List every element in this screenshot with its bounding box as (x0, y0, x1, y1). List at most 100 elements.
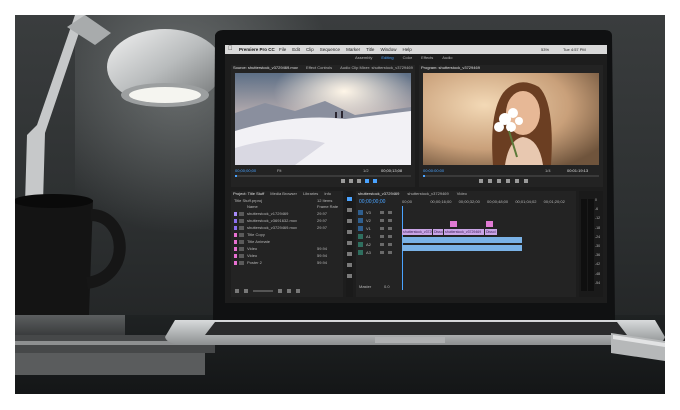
v1-clip[interactable]: Dissol (433, 229, 443, 235)
lock-icon[interactable] (388, 211, 392, 214)
lock-icon[interactable] (388, 251, 392, 254)
project-list-item[interactable]: shutterstock_v3729469.mov 29.97 (234, 225, 340, 232)
project-list-item[interactable]: Video 59.94 (234, 246, 340, 253)
zoom-slider[interactable] (253, 290, 273, 292)
lift-button[interactable] (506, 179, 510, 183)
lock-icon[interactable] (388, 219, 392, 222)
razor-tool-icon[interactable] (347, 230, 352, 234)
source-fit-select[interactable]: Fit (277, 169, 281, 173)
project-list-item[interactable]: Poster 2 59.94 (234, 260, 340, 267)
project-list-item[interactable]: Title Animate (234, 239, 340, 246)
eye-icon[interactable] (380, 219, 384, 222)
app-name[interactable]: Premiere Pro CC (239, 47, 275, 52)
project-list-item[interactable]: Title Copy (234, 232, 340, 239)
track-select-icon[interactable] (347, 208, 352, 212)
menu-item-file[interactable]: File (279, 47, 286, 53)
timeline-tab-1[interactable]: shutterstock_v3729469 (358, 192, 399, 196)
hand-tool-icon[interactable] (347, 263, 352, 267)
v1-clip[interactable]: Dissol (485, 229, 497, 235)
track-target-toggle[interactable] (358, 234, 363, 239)
project-tab-2[interactable]: Media Browser (270, 192, 297, 196)
step-back-button[interactable] (479, 179, 483, 183)
v2-clip-1[interactable] (450, 221, 457, 227)
source-tab-2[interactable]: Effect Controls (306, 66, 332, 70)
project-tab-3[interactable]: Libraries (303, 192, 318, 196)
lock-icon[interactable] (388, 235, 392, 238)
menu-item-clip[interactable]: Clip (306, 47, 314, 53)
workspace-tab-editing[interactable]: Editing (381, 56, 393, 62)
a2-audio-clip[interactable] (402, 245, 522, 251)
export-frame-button[interactable] (524, 179, 528, 183)
menu-item-marker[interactable]: Marker (346, 47, 360, 53)
pen-tool-icon[interactable] (347, 252, 352, 256)
lock-icon[interactable] (388, 243, 392, 246)
timeline-tab-3[interactable]: Video (457, 192, 467, 196)
program-tab-1[interactable]: Program: shutterstock_v3729469 (421, 66, 480, 70)
column-name-header[interactable]: Name (247, 205, 258, 209)
eye-icon[interactable] (380, 227, 384, 230)
project-tab-4[interactable]: Info (324, 192, 331, 196)
project-list-item[interactable]: Video 59.94 (234, 253, 340, 260)
timeline-tab-2[interactable]: shutterstock_v3729469 (407, 192, 448, 196)
source-monitor: Source: shutterstock_v3729469.mov Effect … (231, 65, 415, 187)
source-tab-3[interactable]: Audio Clip Mixer: shutterstock_v3729469 (340, 66, 413, 70)
project-list-item[interactable]: shutterstock_v1729469 29.97 (234, 211, 340, 218)
program-resolution-select[interactable]: 1/4 (545, 169, 551, 173)
program-timecode-in[interactable]: 00:00:00:00 (423, 169, 444, 173)
master-value[interactable]: 0.0 (384, 285, 390, 289)
extract-button[interactable] (515, 179, 519, 183)
menu-item-sequence[interactable]: Sequence (320, 47, 340, 53)
track-target-toggle[interactable] (358, 210, 363, 215)
workspace-tab-effects[interactable]: Effects (421, 56, 433, 62)
source-resolution-select[interactable]: 1/2 (363, 169, 369, 173)
selection-tool-icon[interactable] (347, 197, 352, 201)
icon-view-icon[interactable] (244, 289, 248, 293)
new-item-icon[interactable] (287, 289, 291, 293)
list-view-icon[interactable] (235, 289, 239, 293)
project-tab-1[interactable]: Project: Title Stuff (233, 192, 264, 196)
menu-item-help[interactable]: Help (402, 47, 411, 53)
ripple-edit-icon[interactable] (347, 219, 352, 223)
apple-icon[interactable]:  (228, 46, 233, 52)
slip-tool-icon[interactable] (347, 241, 352, 245)
eye-icon[interactable] (380, 211, 384, 214)
column-rate-header[interactable]: Frame Rate (317, 205, 338, 209)
track-target-toggle[interactable] (358, 250, 363, 255)
track-target-toggle[interactable] (358, 226, 363, 231)
mark-out-button[interactable] (349, 179, 353, 183)
eye-icon[interactable] (380, 243, 384, 246)
new-bin-icon[interactable] (278, 289, 282, 293)
step-forward-button[interactable] (497, 179, 501, 183)
menu-item-window[interactable]: Window (380, 47, 396, 53)
menu-item-edit[interactable]: Edit (292, 47, 300, 53)
insert-button[interactable] (365, 179, 369, 183)
workspace-tab-audio[interactable]: Audio (442, 56, 452, 62)
workspace-tab-color[interactable]: Color (403, 56, 413, 62)
play-stop-button[interactable] (488, 179, 492, 183)
source-timecode-in[interactable]: 00;00;00;00 (235, 169, 256, 173)
workspace-tab-assembly[interactable]: Assembly (355, 56, 372, 62)
program-playhead[interactable] (423, 175, 425, 177)
type-tool-icon[interactable] (347, 274, 352, 278)
source-scrubber[interactable] (235, 175, 411, 177)
track-target-toggle[interactable] (358, 218, 363, 223)
source-playhead[interactable] (235, 175, 237, 177)
program-scrubber[interactable] (423, 175, 599, 177)
lock-icon[interactable] (388, 227, 392, 230)
timeline-timecode[interactable]: 00;00;00;00 (359, 199, 385, 205)
v1-clip[interactable]: shutterstock_v3729469 (402, 229, 432, 235)
v2-clip-2[interactable] (486, 221, 493, 227)
a1-audio-clip[interactable] (402, 237, 522, 243)
eye-icon[interactable] (380, 251, 384, 254)
play-button[interactable] (357, 179, 361, 183)
source-tab-1[interactable]: Source: shutterstock_v3729469.mov (233, 66, 298, 70)
project-list-item[interactable]: shutterstock_v3691632.mov 29.97 (234, 218, 340, 225)
menu-item-title[interactable]: Title (366, 47, 374, 53)
track-target-toggle[interactable] (358, 242, 363, 247)
trash-icon[interactable] (296, 289, 300, 293)
eye-icon[interactable] (380, 235, 384, 238)
mark-in-button[interactable] (341, 179, 345, 183)
v1-clip[interactable]: shutterstock_v3729469 (444, 229, 484, 235)
overwrite-button[interactable] (373, 179, 377, 183)
timeline-ruler[interactable]: 00;00 00;00;16;00 00;00;32;00 00;00;48;00 00… (402, 200, 572, 206)
